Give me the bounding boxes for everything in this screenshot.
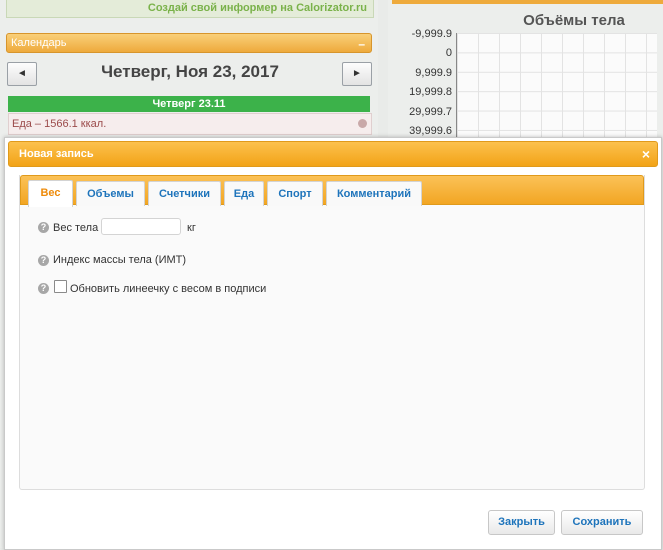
food-status-icon (358, 119, 367, 128)
weight-label: Вес тела (53, 222, 99, 234)
food-summary[interactable]: Еда – 1566.1 ккал. (8, 113, 372, 135)
update-signature-checkbox[interactable] (54, 280, 67, 293)
y-tick-label: 19,999.8 (409, 86, 452, 99)
help-icon[interactable]: ? (38, 283, 49, 294)
informer-link[interactable]: Создай свой информер на Calorizator.ru (6, 0, 374, 18)
chart-plot-area (456, 33, 657, 143)
tab-strip: Вес Объемы Счетчики Еда Спорт Комментари… (20, 175, 644, 207)
calendar-title: Календарь (11, 37, 67, 49)
new-entry-dialog: Новая запись × Вес Объемы Счетчики Еда С… (4, 137, 662, 550)
next-day-button[interactable]: ► (342, 62, 372, 86)
tab-food[interactable]: Еда (224, 181, 264, 206)
chart-panel-header (392, 0, 663, 4)
save-button[interactable]: Сохранить (561, 510, 643, 535)
calendar-panel-header: Календарь – (6, 33, 372, 53)
tab-sport[interactable]: Спорт (267, 181, 323, 206)
calendar-date: Четверг, Ноя 23, 2017 (101, 62, 279, 81)
update-signature-label[interactable]: Обновить линеечку с весом в подписи (70, 282, 266, 296)
collapse-icon[interactable]: – (358, 37, 365, 51)
y-tick-label: 29,999.7 (409, 105, 452, 118)
y-tick-label: 9,999.9 (415, 66, 452, 79)
weight-input[interactable] (101, 218, 181, 235)
y-tick-label: -9,999.9 (411, 28, 452, 40)
tab-weight[interactable]: Вес (28, 180, 73, 207)
tab-volumes[interactable]: Объемы (76, 181, 145, 206)
y-tick-label: 39,999.6 (409, 125, 452, 137)
informer-text: Создай свой информер на Calorizator.ru (147, 2, 367, 14)
dialog-header: Новая запись × (8, 141, 658, 167)
close-button[interactable]: Закрыть (488, 510, 555, 535)
bmi-label: Индекс массы тела (ИМТ) (53, 254, 187, 266)
close-icon[interactable]: × (642, 142, 650, 166)
help-icon[interactable]: ? (38, 222, 49, 233)
prev-day-button[interactable]: ◄ (7, 62, 37, 86)
day-label[interactable]: Четверг 23.11 (8, 96, 370, 112)
tab-counters[interactable]: Счетчики (148, 181, 221, 206)
dialog-title: Новая запись (19, 148, 94, 160)
chart-title: Объёмы тела (523, 12, 625, 29)
y-tick-label: 0 (445, 47, 452, 60)
food-summary-text: Еда – 1566.1 ккал. (12, 118, 107, 130)
weight-unit: кг (187, 222, 196, 234)
tab-comment[interactable]: Комментарий (326, 181, 422, 206)
help-icon[interactable]: ? (38, 255, 49, 266)
